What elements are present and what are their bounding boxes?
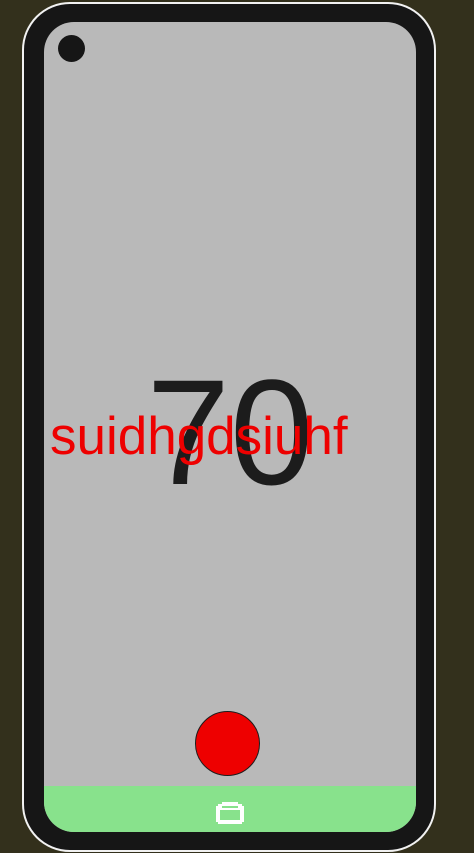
- phone-screen: 70 suidhgdsiuhf: [44, 22, 416, 832]
- bottom-navigation-bar: [44, 786, 416, 832]
- camera-dot-icon: [58, 35, 85, 62]
- overlay-text: suidhgdsiuhf: [50, 407, 348, 466]
- record-button[interactable]: [195, 711, 260, 776]
- home-icon[interactable]: [210, 798, 250, 828]
